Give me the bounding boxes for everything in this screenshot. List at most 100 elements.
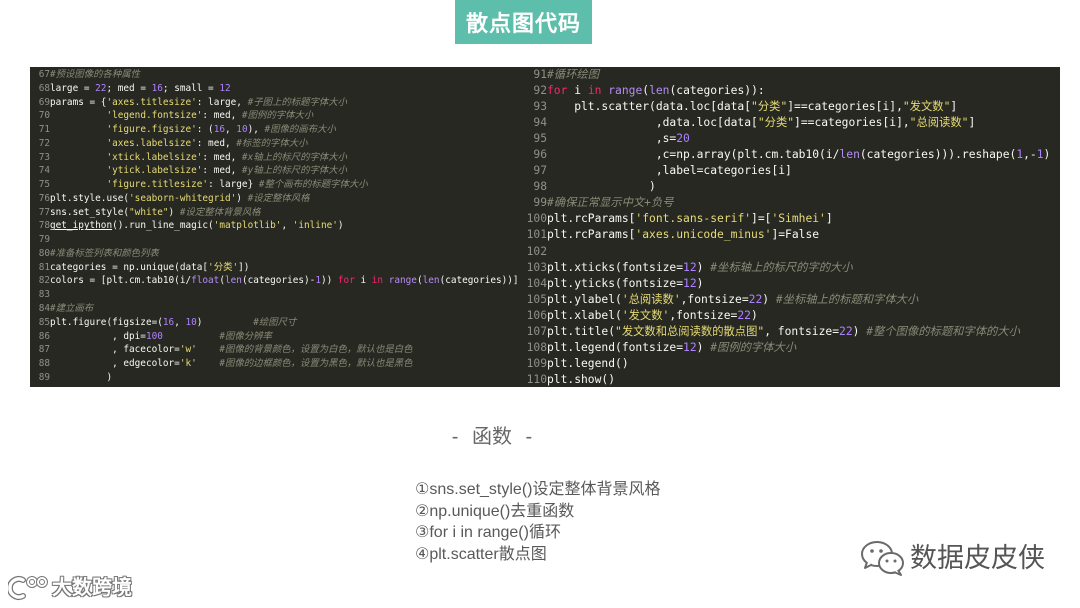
watermark-logo-icon (8, 576, 48, 600)
code-token: 'font.sans-serif' (635, 212, 752, 226)
code-token: 'legend.fontsize' (106, 110, 203, 122)
code-token: len (649, 84, 670, 98)
line-number: 83 (38, 289, 50, 301)
wechat-icon (861, 541, 904, 576)
code-line: 70 'legend.fontsize': med, #图例的字体大小 (36, 109, 521, 123)
code-line: 95 ,s=20 (523, 131, 1060, 147)
code-text: plt.ylabel('总阅读数',fontsize=22) #坐标轴上的标题和… (547, 292, 919, 306)
code-token: '分类' (208, 261, 239, 273)
code-line: 102 (523, 244, 1060, 260)
code-line: 71 'figure.figsize': (16, 10), #图像的画布大小 (36, 123, 521, 137)
code-line: 80#准备标签列表和颜色列表 (36, 247, 521, 261)
code-line: 77sns.set_style("white") #设定整体背景风格 (36, 206, 521, 220)
code-text: #建立画布 (50, 303, 93, 314)
code-line: 104plt.yticks(fontsize=12) (523, 276, 1060, 292)
line-number: 107 (526, 324, 547, 338)
code-panel-left: 67#预设图像的各种属性 68large = 22; med = 16; smal… (30, 67, 521, 387)
line-number: 105 (526, 292, 547, 306)
code-token: len (422, 275, 440, 287)
code-text: 'ytick.labelsize': med, #y轴上的标尺的字体大小 (106, 165, 347, 177)
code-token: in (371, 275, 384, 287)
code-token: 10 (236, 124, 248, 136)
code-text: #确保正常显示中文+负号 (547, 196, 674, 209)
code-token: len (839, 148, 860, 162)
code-token: #预设图像的各种属性 (50, 69, 141, 80)
line-number: 110 (526, 372, 547, 386)
code-token: #绘图尺寸 (253, 316, 297, 328)
code-token: 'seaborn-whitegrid' (129, 192, 237, 204)
code-token: #y轴上的标尺的字体大小 (241, 165, 347, 177)
code-text: ) (50, 371, 113, 383)
code-token: 12 (683, 340, 697, 354)
code-token: 'ytick.labelsize' (106, 165, 203, 177)
line-number: 67 (38, 69, 50, 80)
line-number: 69 (38, 96, 50, 108)
code-line: 85plt.figure(figsize=(16, 10) #绘图尺寸 (36, 316, 521, 330)
watermark-text: 大数跨境 (52, 577, 132, 599)
code-token: #x轴上的标尺的字体大小 (241, 151, 347, 163)
code-token: 1 (1016, 148, 1024, 162)
code-token: 12 (683, 276, 697, 290)
code-line: 105plt.ylabel('总阅读数',fontsize=22) #坐标轴上的… (523, 292, 1060, 308)
code-text: , facecolor='w' #图像的背景颜色，设置为白色，默认也是白色 (50, 344, 413, 356)
code-line: 110plt.show() (523, 372, 1060, 387)
brand-name: 数据皮皮侠 (910, 543, 1045, 573)
code-text: #循环绘图 (547, 68, 599, 81)
code-token: 22 (748, 292, 763, 306)
code-text: 'axes.labelsize': med, #标签的字体大小 (106, 137, 308, 149)
code-text: plt.rcParams['font.sans-serif']=['Simhei… (547, 212, 833, 226)
line-number: 98 (533, 180, 547, 194)
code-panel-right: 91#循环绘图 92for i in range(len(categories))… (521, 67, 1060, 387)
code-line: 86 , dpi=100 #图像分辨率 (36, 330, 521, 344)
line-number: 82 (38, 275, 50, 287)
line-number: 109 (526, 356, 547, 370)
code-token: #图像分辨率 (219, 330, 272, 342)
line-number: 102 (526, 244, 547, 258)
code-token: 'axes.unicode_minus' (635, 228, 772, 242)
line-number: 108 (526, 340, 547, 354)
code-text: ,data.loc[data["分类"]==categories[i],"总阅读… (547, 116, 976, 130)
code-text: plt.show() (547, 372, 616, 386)
code-text: plt.title("发文数和总阅读数的散点图", fontsize=22) #… (547, 324, 1020, 338)
code-token: 16 (162, 316, 175, 328)
line-number: 80 (38, 247, 50, 259)
code-line: 68large = 22; med = 16; small = 12 (36, 82, 521, 96)
code-line: 100plt.rcParams['font.sans-serif']=['Sim… (523, 211, 1060, 227)
code-token: #坐标轴上的标题和字体大小 (775, 292, 919, 306)
code-token: #图像的背景颜色，设置为白色，默认也是白色 (219, 344, 413, 356)
code-token: get_ipython (50, 220, 113, 232)
code-token: len (225, 275, 242, 287)
code-text: plt.scatter(data.loc[data["分类"]==categor… (547, 100, 958, 114)
code-token: 10 (185, 316, 197, 328)
line-number: 91 (533, 68, 547, 81)
code-line: 82colors = [plt.cm.tab10(i/float(len(cat… (36, 274, 521, 288)
code-token: #图像的画布大小 (264, 124, 336, 136)
code-token: #设定整体风格 (247, 192, 310, 204)
code-token: float (191, 275, 220, 287)
code-line: 94 ,data.loc[data["分类"]==categories[i],"… (523, 115, 1060, 131)
code-token: 22 (839, 324, 853, 338)
code-text: #预设图像的各种属性 (50, 69, 140, 80)
code-token: 20 (676, 132, 690, 146)
function-item: ②np.unique()去重函数 (415, 502, 575, 520)
code-text: , dpi=100 #图像分辨率 (50, 330, 272, 342)
code-line: 73 'xtick.labelsize': med, #x轴上的标尺的字体大小 (36, 151, 521, 165)
code-token: for (547, 84, 568, 98)
code-line: 67#预设图像的各种属性 (36, 68, 521, 82)
code-text: params = {'axes.titlesize': large, #子图上的… (50, 96, 347, 108)
code-line: 101plt.rcParams['axes.unicode_minus']=Fa… (523, 227, 1060, 243)
code-token: '总阅读数' (621, 292, 681, 306)
line-number: 72 (38, 137, 50, 149)
code-token: 16 (213, 124, 225, 136)
code-token: #标签的字体大小 (236, 137, 308, 149)
line-number: 71 (38, 124, 50, 136)
line-number: 88 (38, 358, 50, 370)
code-line: 91#循环绘图 (523, 67, 1060, 83)
code-line: 78get_ipython().run_line_magic('matplotl… (36, 219, 521, 233)
code-token: #设定整体背景风格 (179, 206, 261, 218)
function-item: ③for i in range()循环 (415, 524, 561, 542)
code-line: 106plt.xlabel('发文数',fontsize=22) (523, 308, 1060, 324)
code-text: plt.xticks(fontsize=12) #坐标轴上的标尺的字的大小 (547, 260, 853, 274)
code-token: 100 (145, 330, 163, 342)
line-number: 99 (533, 196, 547, 210)
